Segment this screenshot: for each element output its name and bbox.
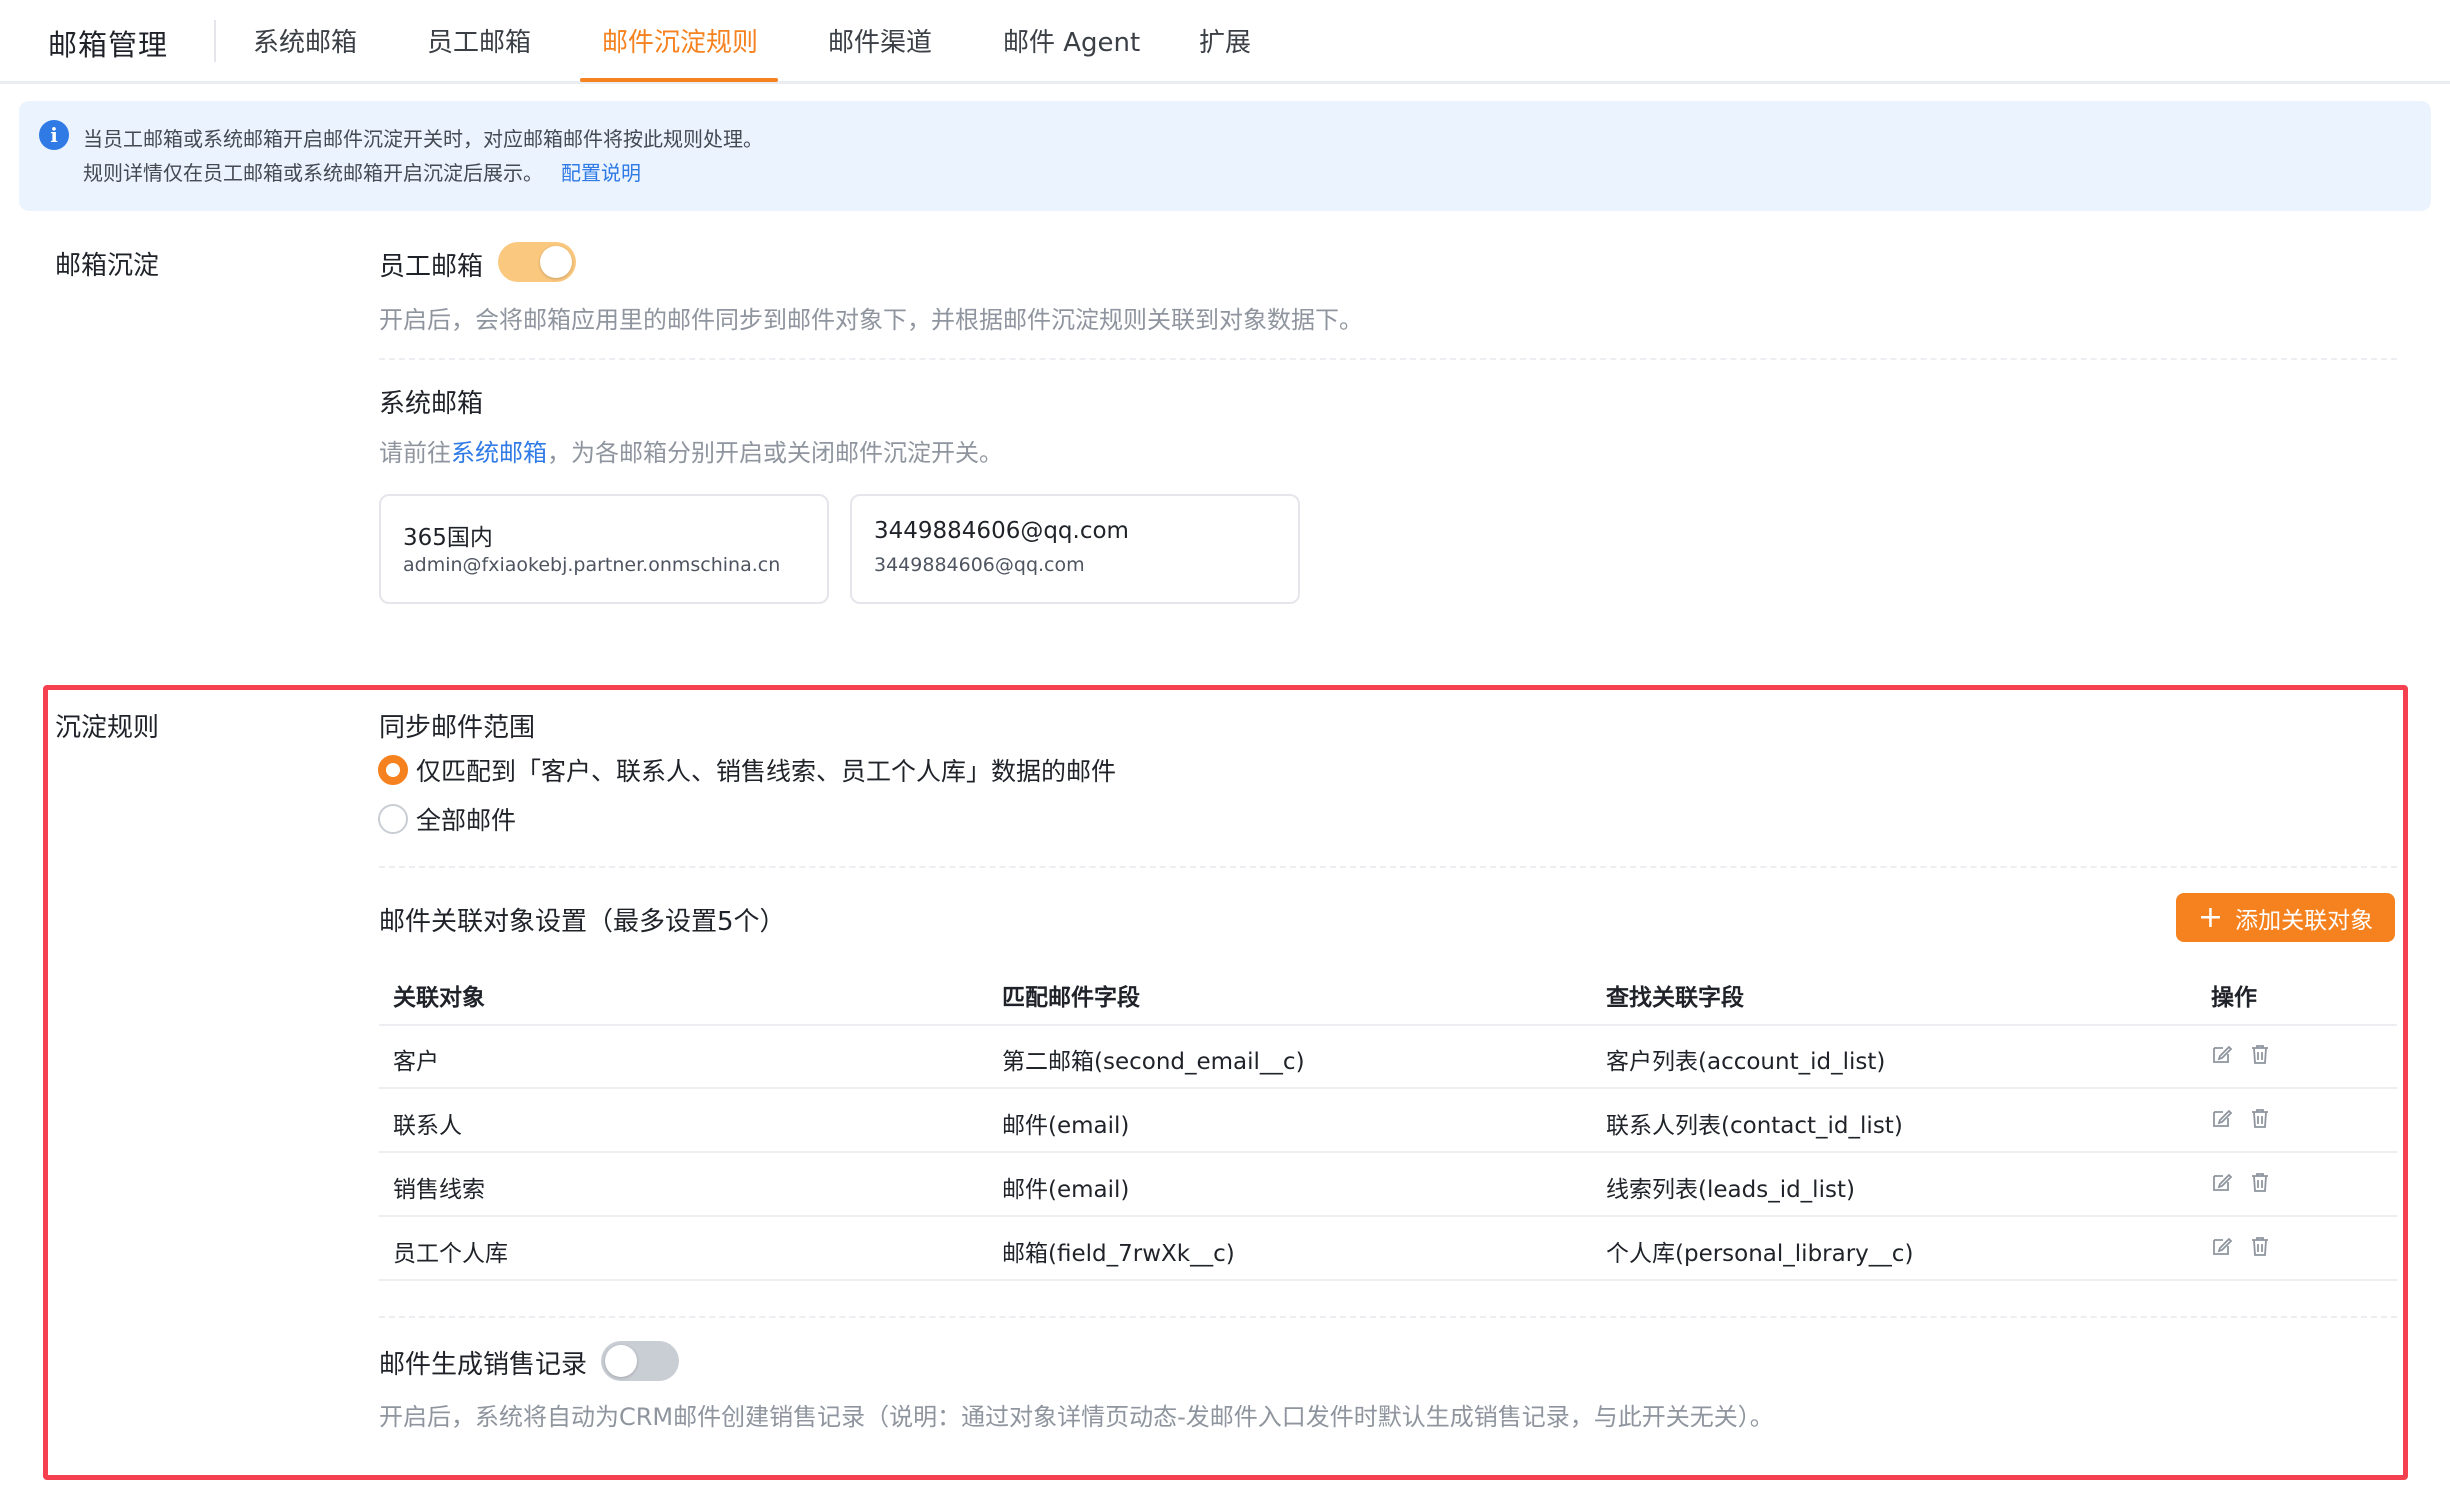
toggle-knob [540, 246, 572, 278]
tab-mail-channel[interactable]: 邮件渠道 [828, 22, 932, 59]
sales-record-toggle[interactable] [601, 1341, 679, 1381]
divider [379, 866, 2397, 868]
tab-mail-agent[interactable]: 邮件 Agent [1003, 22, 1140, 59]
cell-object: 联系人 [393, 1113, 462, 1139]
employee-mailbox-toggle[interactable] [498, 242, 576, 282]
sales-record-title: 邮件生成销售记录 [379, 1350, 588, 1380]
cell-object: 客户 [393, 1049, 439, 1075]
section-label-mailbox: 邮箱沉淀 [55, 251, 160, 281]
radio-checked[interactable] [378, 755, 408, 785]
edit-icon[interactable] [2211, 1235, 2233, 1257]
divider [379, 1316, 2397, 1318]
toggle-knob [605, 1345, 637, 1377]
sales-record-desc: 开启后，系统将自动为CRM邮件创建销售记录（说明：通过对象详情页动态-发邮件入口… [379, 1403, 1774, 1431]
tab-extension[interactable]: 扩展 [1199, 22, 1251, 59]
system-mailbox-desc: 请前往系统邮箱，为各邮箱分别开启或关闭邮件沉淀开关。 [379, 433, 1003, 468]
column-header: 操作 [2211, 985, 2257, 1011]
system-desc-suffix: ，为各邮箱分别开启或关闭邮件沉淀开关。 [547, 439, 1003, 467]
column-header: 匹配邮件字段 [1002, 985, 1140, 1011]
delete-icon[interactable] [2249, 1235, 2271, 1257]
info-line-2-text: 规则详情仅在员工邮箱或系统邮箱开启沉淀后展示。 [83, 161, 543, 185]
cell-mail-field: 邮箱(field_7rwXk__c) [1002, 1241, 1235, 1267]
row-divider [379, 1279, 2397, 1281]
cell-object: 销售线索 [393, 1177, 485, 1203]
mailbox-card-name: 365国内 [403, 525, 493, 551]
cell-lookup-field: 个人库(personal_library__c) [1606, 1241, 1914, 1267]
table-header-line [379, 1024, 2397, 1026]
column-header: 查找关联字段 [1606, 985, 1744, 1011]
radio-option-all[interactable]: 全部邮件 [378, 802, 516, 836]
mailbox-card[interactable]: 3449884606@qq.com 3449884606@qq.com [850, 494, 1300, 604]
cell-object: 员工个人库 [393, 1241, 508, 1267]
cell-mail-field: 第二邮箱(second_email__c) [1002, 1049, 1305, 1075]
delete-icon[interactable] [2249, 1171, 2271, 1193]
tab-mail-rules[interactable]: 邮件沉淀规则 [602, 22, 758, 59]
row-divider [379, 1215, 2397, 1217]
cell-lookup-field: 线索列表(leads_id_list) [1606, 1177, 1855, 1203]
system-mailbox-link[interactable]: 系统邮箱 [451, 439, 547, 467]
info-banner: i 当员工邮箱或系统邮箱开启邮件沉淀开关时，对应邮箱邮件将按此规则处理。 规则详… [19, 101, 2431, 211]
section-label-rules: 沉淀规则 [55, 713, 160, 743]
tab-employee-mailbox[interactable]: 员工邮箱 [427, 22, 531, 59]
system-mailbox-title: 系统邮箱 [379, 389, 484, 419]
employee-mailbox-title: 员工邮箱 [379, 252, 484, 282]
row-divider [379, 1087, 2397, 1089]
radio-option-matched[interactable]: 仅匹配到「客户、联系人、销售线索、员工个人库」数据的邮件 [378, 753, 1116, 787]
association-title: 邮件关联对象设置（最多设置5个） [379, 907, 786, 937]
radio-label: 仅匹配到「客户、联系人、销售线索、员工个人库」数据的邮件 [416, 757, 1117, 786]
employee-mailbox-desc: 开启后，会将邮箱应用里的邮件同步到邮件对象下，并根据邮件沉淀规则关联到对象数据下… [379, 306, 1363, 334]
delete-icon[interactable] [2249, 1043, 2271, 1065]
row-divider [379, 1151, 2397, 1153]
app-title: 邮箱管理 [48, 28, 169, 62]
system-desc-prefix: 请前往 [379, 439, 451, 467]
tab-system-mailbox[interactable]: 系统邮箱 [253, 22, 357, 59]
divider [379, 358, 2397, 360]
info-icon: i [39, 120, 69, 150]
add-association-button[interactable]: + 添加关联对象 [2176, 893, 2395, 942]
mailbox-card-name: 3449884606@qq.com [874, 518, 1129, 544]
add-button-label: 添加关联对象 [2235, 907, 2374, 934]
radio-label: 全部邮件 [416, 806, 517, 835]
cell-lookup-field: 联系人列表(contact_id_list) [1606, 1113, 1903, 1139]
delete-icon[interactable] [2249, 1107, 2271, 1129]
mailbox-card-email: 3449884606@qq.com [874, 554, 1085, 576]
info-line-1: 当员工邮箱或系统邮箱开启邮件沉淀开关时，对应邮箱邮件将按此规则处理。 [83, 127, 763, 151]
edit-icon[interactable] [2211, 1043, 2233, 1065]
mailbox-card-email: admin@fxiaokebj.partner.onmschina.cn [403, 554, 781, 576]
config-help-link[interactable]: 配置说明 [561, 161, 641, 185]
top-navigation: 邮箱管理 系统邮箱 员工邮箱 邮件沉淀规则 邮件渠道 邮件 Agent 扩展 [0, 0, 2450, 84]
radio-unchecked[interactable] [378, 804, 408, 834]
active-tab-indicator [580, 78, 778, 82]
cell-lookup-field: 客户列表(account_id_list) [1606, 1049, 1886, 1075]
mailbox-card[interactable]: 365国内 admin@fxiaokebj.partner.onmschina.… [379, 494, 829, 604]
cell-mail-field: 邮件(email) [1002, 1177, 1130, 1203]
info-line-2: 规则详情仅在员工邮箱或系统邮箱开启沉淀后展示。 配置说明 [83, 157, 641, 186]
sync-scope-title: 同步邮件范围 [379, 713, 536, 743]
nav-divider [214, 20, 216, 62]
plus-icon: + [2197, 899, 2224, 935]
edit-icon[interactable] [2211, 1107, 2233, 1129]
cell-mail-field: 邮件(email) [1002, 1113, 1130, 1139]
edit-icon[interactable] [2211, 1171, 2233, 1193]
column-header: 关联对象 [393, 985, 485, 1011]
